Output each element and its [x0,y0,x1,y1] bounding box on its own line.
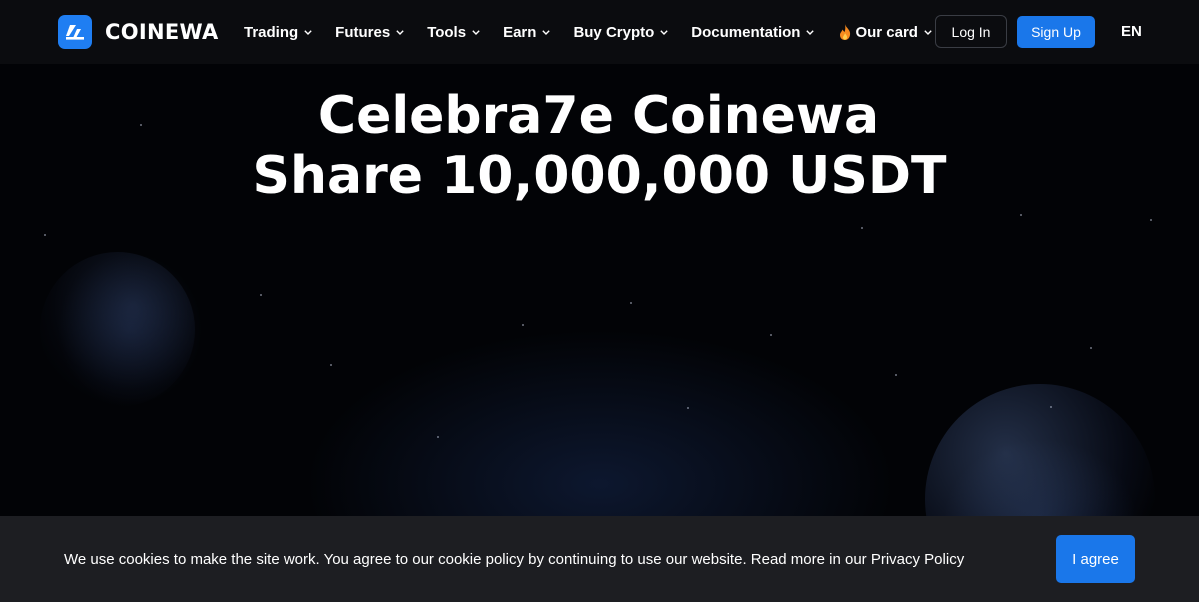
fire-icon [837,23,853,41]
nav-item-our-card[interactable]: Our card [837,23,932,41]
star-decoration [1020,214,1022,216]
brand-name: COINEWA [105,20,219,44]
hero-banner: Celebra7e Coinewa Share 10,000,000 USDT [0,64,1199,516]
star-decoration [1090,347,1092,349]
hero-title-line1: Celebra7e Coinewa [317,86,880,146]
nav-item-tools[interactable]: Tools [427,24,480,41]
star-decoration [1150,219,1152,221]
nav-item-label: Tools [427,23,467,41]
star-decoration [437,436,439,438]
nav-item-buy-crypto[interactable]: Buy Crypto [573,24,668,41]
star-decoration [1050,406,1052,408]
nav-item-label: Futures [335,23,391,41]
nav-item-label: Buy Crypto [573,23,655,41]
brand-logo[interactable]: COINEWA [58,15,219,49]
chevron-down-icon [806,29,815,35]
nav-item-label: Earn [503,23,537,41]
chevron-down-icon [660,29,668,35]
nav-item-documentation[interactable]: Documentation [691,23,815,41]
nav-item-trading[interactable]: Trading [244,24,312,41]
language-selector[interactable]: EN [1121,23,1142,40]
planet-decoration [925,384,1155,516]
chevron-down-icon [924,29,932,35]
hero-title-line2: Share 10,000,000 USDT [252,146,947,206]
star-decoration [330,364,332,366]
chevron-down-icon [542,29,551,35]
signup-button[interactable]: Sign Up [1017,16,1095,48]
chevron-down-icon [304,29,312,35]
star-decoration [861,227,863,229]
nav-item-futures[interactable]: Futures [335,24,404,41]
hero-title: Celebra7e Coinewa Share 10,000,000 USDT [0,86,1199,206]
page: COINEWA Trading Futures Tools Earn Buy C… [0,0,1199,602]
cookie-message: We use cookies to make the site work. Yo… [64,551,965,568]
chevron-down-icon [472,29,480,35]
main-nav: Trading Futures Tools Earn Buy Crypto Do… [244,0,955,64]
coinewa-logo-icon [58,15,92,49]
star-decoration [895,374,897,376]
star-decoration [522,324,524,326]
login-button[interactable]: Log In [935,15,1007,48]
planet-decoration [40,252,195,407]
top-header: COINEWA Trading Futures Tools Earn Buy C… [0,0,1199,64]
star-decoration [770,334,772,336]
nav-item-earn[interactable]: Earn [503,23,551,41]
agree-button[interactable]: I agree [1056,535,1135,583]
nav-item-label: Our card [855,23,918,41]
nav-item-label: Trading [244,23,299,41]
star-decoration [687,407,689,409]
star-decoration [44,234,46,236]
cookie-banner: We use cookies to make the site work. Yo… [0,516,1199,602]
star-decoration [260,294,262,296]
chevron-down-icon [396,29,404,35]
nav-item-label: Documentation [691,23,801,41]
star-decoration [630,302,632,304]
